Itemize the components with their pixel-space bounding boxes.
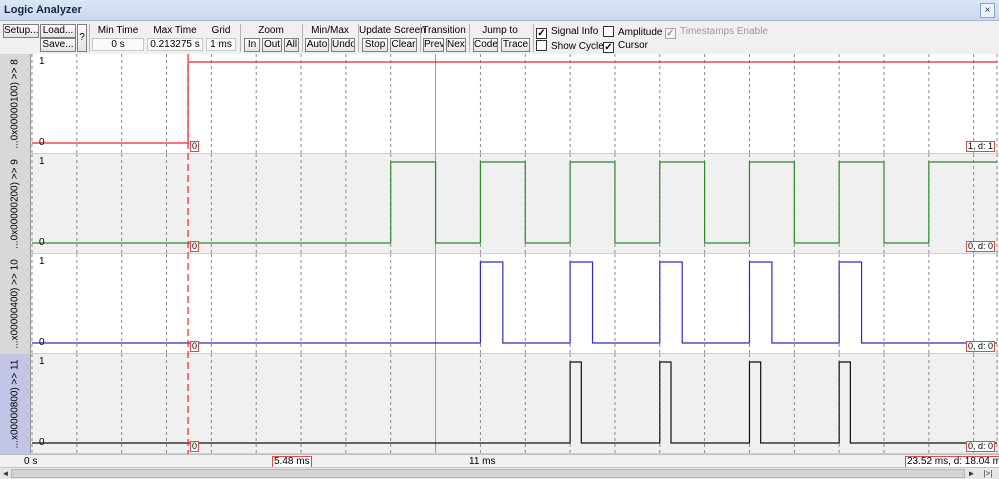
high-level-label: 1 (39, 356, 45, 367)
cursor-value-flag: 0 (190, 441, 200, 452)
signal-label[interactable]: ...x00000400) >> 10 (0, 254, 31, 354)
signal-label[interactable]: ...0x00000100) >> 8 (0, 54, 31, 154)
code-button[interactable]: Code (473, 38, 498, 52)
high-level-label: 1 (39, 156, 45, 167)
signal-name: ...x00000800) >> 11 (9, 359, 21, 449)
scroll-right-icon[interactable]: ► (966, 469, 977, 479)
lane-background (32, 254, 999, 354)
stop-button[interactable]: Stop (362, 38, 388, 52)
signal-name: ...0x00000200) >> 9 (9, 159, 21, 249)
signal-info-label: Signal Info (551, 26, 599, 37)
max-time-label: Max Time (153, 25, 197, 36)
low-level-label: 0 (39, 337, 45, 348)
end-value-flag: 0, d: 0 (965, 441, 995, 452)
cursor-checkbox[interactable]: ✓ Cursor (603, 40, 648, 53)
amplitude-checkbox[interactable]: Amplitude (603, 26, 662, 38)
time-start-label: 0 s (24, 456, 38, 467)
scroll-thumb[interactable] (11, 469, 965, 478)
lane-background (32, 54, 999, 154)
min-time-value: 0 s (92, 38, 144, 51)
zoom-label: Zoom (258, 25, 284, 36)
trace-button[interactable]: Trace (501, 38, 530, 52)
clear-button[interactable]: Clear (390, 38, 417, 52)
separator (89, 24, 90, 52)
lane-background (32, 154, 999, 254)
low-level-label: 0 (39, 437, 45, 448)
zoom-out-button[interactable]: Out (262, 38, 282, 52)
cursor-label: Cursor (618, 40, 649, 51)
check-icon: ✓ (603, 42, 614, 53)
lane-background (32, 354, 999, 454)
cursor-value-flag: 0 (190, 241, 200, 252)
max-time-value: 0.213275 s (147, 38, 203, 51)
end-value-flag: 1, d: 1 (965, 141, 995, 152)
show-cycles-label: Show Cycles (551, 41, 609, 52)
update-screen-label: Update Screen (359, 25, 426, 36)
prev-button[interactable]: Prev (423, 38, 444, 52)
toolbar: Setup... Load... Save... ? Min Time 0 s … (0, 22, 999, 53)
title-bar: Logic Analyzer × (0, 0, 999, 21)
signal-name: ...0x00000100) >> 8 (9, 59, 21, 149)
waveform-canvas[interactable] (0, 54, 999, 454)
next-button[interactable]: Next (446, 38, 466, 52)
separator (240, 24, 241, 52)
check-icon: ✓ (536, 28, 547, 39)
jump-to-label: Jump to (482, 25, 518, 36)
setup-button[interactable]: Setup... (3, 24, 39, 38)
separator (533, 24, 534, 52)
min-time-label: Min Time (97, 25, 139, 36)
waveform-area[interactable]: ...0x00000100) >> 8 1 0 0 1, d: 1 ...0x000002… (0, 54, 999, 454)
window-title: Logic Analyzer (4, 4, 82, 16)
time-middle-label: 11 ms (469, 456, 496, 467)
signal-label[interactable]: ...0x00000200) >> 9 (0, 154, 31, 254)
high-level-label: 1 (39, 256, 45, 267)
transition-label: Transition (422, 25, 466, 36)
horizontal-scrollbar[interactable]: ◄ ► |>| (0, 467, 999, 479)
signal-label[interactable]: ...x00000800) >> 11 (0, 354, 31, 454)
auto-button[interactable]: Auto (305, 38, 329, 52)
save-button[interactable]: Save... (40, 38, 76, 52)
grid-value: 1 ms (206, 38, 236, 51)
high-level-label: 1 (39, 56, 45, 67)
cursor-value-flag: 0 (190, 341, 200, 352)
zoom-in-button[interactable]: In (244, 38, 260, 52)
scroll-end-icon[interactable]: |>| (978, 469, 998, 479)
separator (302, 24, 303, 52)
end-value-flag: 0, d: 0 (965, 241, 995, 252)
show-cycles-checkbox[interactable]: Show Cycles (536, 40, 609, 52)
timestamps-enable-label: Timestamps Enable (680, 26, 768, 37)
low-level-label: 0 (39, 137, 45, 148)
zoom-all-button[interactable]: All (284, 38, 299, 52)
close-icon[interactable]: × (980, 3, 995, 18)
low-level-label: 0 (39, 237, 45, 248)
signal-name: ...x00000400) >> 10 (9, 259, 21, 349)
time-axis: 0 s 5.48 ms 11 ms 23.52 ms, d: 18.04 ms (0, 454, 999, 468)
load-button[interactable]: Load... (40, 24, 76, 38)
amplitude-label: Amplitude (618, 27, 663, 38)
minmax-label: Min/Max (311, 25, 349, 36)
grid-label: Grid (211, 25, 231, 36)
timestamps-enable-checkbox: ✓ Timestamps Enable (665, 26, 768, 39)
help-button[interactable]: ? (77, 24, 87, 52)
undo-button[interactable]: Undo (331, 38, 355, 52)
signal-info-checkbox[interactable]: ✓ Signal Info (536, 26, 598, 39)
scroll-left-icon[interactable]: ◄ (0, 469, 11, 479)
cursor-value-flag: 0 (190, 141, 200, 152)
end-value-flag: 0, d: 0 (965, 341, 995, 352)
check-icon: ✓ (665, 28, 676, 39)
